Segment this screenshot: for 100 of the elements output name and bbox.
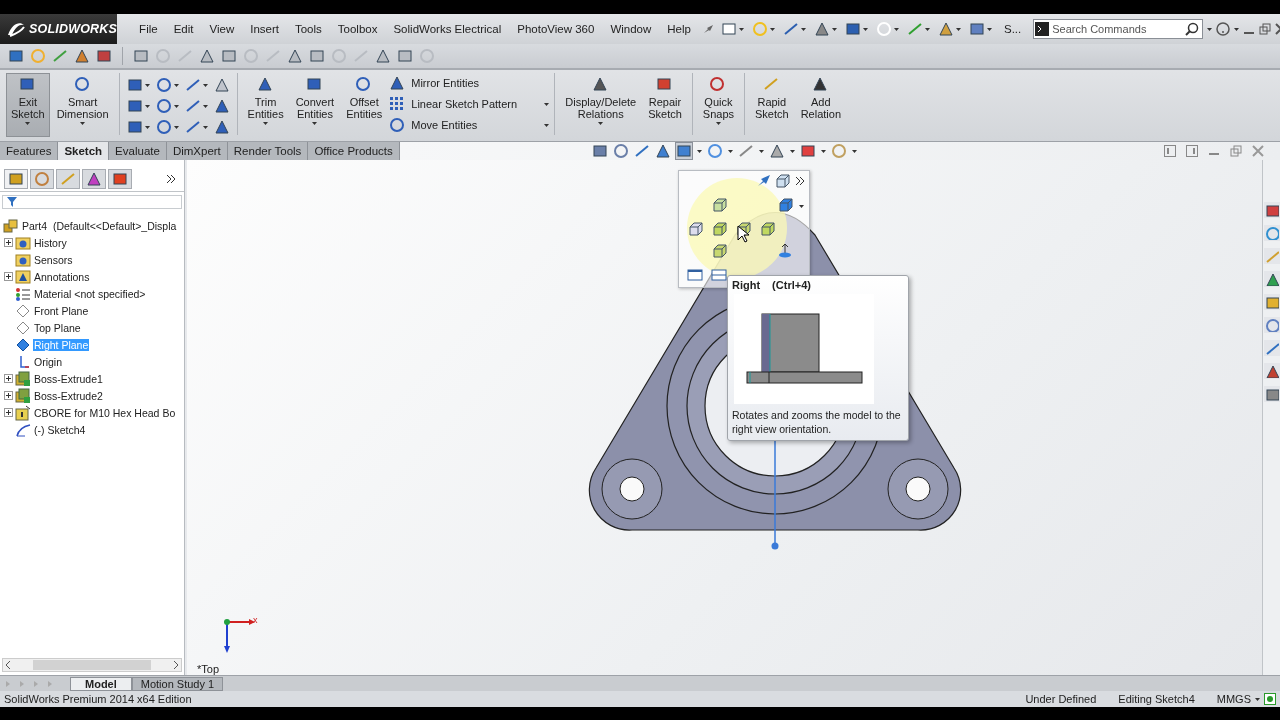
caret-icon[interactable] bbox=[544, 102, 550, 106]
toolbar-overflow[interactable]: S... bbox=[997, 23, 1028, 35]
units-selector[interactable]: MMGS bbox=[1216, 693, 1251, 705]
filter-field[interactable] bbox=[2, 195, 182, 209]
ribbon-button[interactable]: Add Relation bbox=[795, 73, 846, 137]
caret-icon[interactable] bbox=[893, 27, 899, 31]
sketch-tool-icon[interactable] bbox=[155, 77, 172, 93]
ribbon-button[interactable]: Convert Entities bbox=[290, 73, 340, 137]
sketch-tool-icon[interactable] bbox=[126, 77, 143, 93]
tile-left-icon[interactable] bbox=[1164, 145, 1176, 157]
caret-icon[interactable] bbox=[790, 149, 795, 153]
task-pane-icon[interactable] bbox=[1264, 364, 1279, 378]
ribbon-button[interactable]: Move Entities bbox=[389, 117, 478, 133]
caret-icon[interactable] bbox=[544, 123, 550, 127]
ribbon-button[interactable]: Mirror Entities bbox=[389, 75, 480, 91]
caret-icon[interactable] bbox=[852, 149, 857, 153]
cube-icon[interactable] bbox=[774, 173, 790, 189]
help-icon[interactable] bbox=[1216, 22, 1231, 36]
scroll-right-icon[interactable] bbox=[173, 661, 179, 669]
toolbar-tool-icon[interactable] bbox=[96, 48, 112, 64]
search-icon[interactable] bbox=[1185, 22, 1200, 36]
menu-item[interactable]: Help bbox=[661, 23, 697, 35]
caret-icon[interactable] bbox=[144, 83, 150, 87]
toolbar-tool-icon[interactable] bbox=[8, 48, 24, 64]
tree-item[interactable]: (-) Sketch4 bbox=[33, 423, 87, 436]
expand-plus-icon[interactable] bbox=[4, 408, 13, 417]
menu-item[interactable]: Window bbox=[604, 23, 658, 35]
ribbon-button[interactable]: Display/Delete Relations bbox=[560, 73, 642, 137]
expand-plus-icon[interactable] bbox=[4, 238, 13, 247]
command-prompt-icon[interactable] bbox=[1035, 22, 1050, 36]
menu-item[interactable]: Edit bbox=[167, 23, 200, 35]
caret-icon[interactable] bbox=[1255, 697, 1260, 701]
menu-item[interactable]: SolidWorks Electrical bbox=[387, 23, 508, 35]
caret-icon[interactable] bbox=[1234, 27, 1240, 31]
tile-right-icon[interactable] bbox=[1186, 145, 1198, 157]
tree-item[interactable]: CBORE for M10 Hex Head Bo bbox=[33, 406, 177, 419]
caret-icon[interactable] bbox=[769, 27, 775, 31]
task-pane-icon[interactable] bbox=[1264, 295, 1279, 309]
caret-icon[interactable] bbox=[202, 125, 208, 129]
task-pane-icon[interactable] bbox=[1264, 318, 1279, 332]
sketch-tool-icon[interactable] bbox=[126, 98, 143, 114]
caret-icon[interactable] bbox=[955, 27, 961, 31]
caret-icon[interactable] bbox=[173, 104, 179, 108]
ribbon-tab[interactable]: Sketch bbox=[58, 142, 110, 160]
expand-plus-icon[interactable] bbox=[4, 272, 13, 281]
ribbon-tab[interactable]: Office Products bbox=[308, 142, 400, 160]
caret-icon[interactable] bbox=[202, 83, 208, 87]
tree-item[interactable]: Part4 (Default<<Default>_Displa bbox=[21, 219, 178, 232]
ribbon-tab[interactable]: Evaluate bbox=[109, 142, 167, 160]
sketch-tool-icon[interactable] bbox=[184, 98, 201, 114]
tree-item[interactable]: Boss-Extrude2 bbox=[33, 389, 104, 402]
help-icon[interactable] bbox=[1264, 693, 1276, 705]
scrollbar-thumb[interactable] bbox=[33, 660, 151, 670]
caret-icon[interactable] bbox=[738, 27, 744, 31]
expand-plus-icon[interactable] bbox=[4, 391, 13, 400]
tree-item[interactable]: Top Plane bbox=[33, 321, 82, 334]
caret-icon[interactable] bbox=[144, 104, 150, 108]
model-tab[interactable]: Model bbox=[70, 676, 132, 691]
tree-item[interactable]: Origin bbox=[33, 355, 63, 368]
caret-icon[interactable] bbox=[697, 149, 702, 153]
toolbar-tool-icon[interactable] bbox=[74, 48, 90, 64]
sketch-tool-icon[interactable] bbox=[213, 119, 230, 135]
sketch-tool-icon[interactable] bbox=[155, 98, 172, 114]
caret-icon[interactable] bbox=[862, 27, 868, 31]
caret-icon[interactable] bbox=[799, 205, 804, 208]
ribbon-button[interactable]: Rapid Sketch bbox=[750, 73, 794, 137]
view-cube-icon[interactable] bbox=[777, 197, 793, 213]
tree-item[interactable]: Boss-Extrude1 bbox=[33, 372, 104, 385]
ribbon-button[interactable]: Exit Sketch bbox=[6, 73, 50, 137]
task-pane-icon[interactable] bbox=[1264, 203, 1279, 217]
caret-icon[interactable] bbox=[173, 83, 179, 87]
ribbon-button[interactable]: Trim Entities bbox=[242, 73, 289, 137]
ribbon-tab[interactable]: DimXpert bbox=[166, 142, 228, 160]
normal-to-icon[interactable] bbox=[777, 243, 793, 259]
task-pane-icon[interactable] bbox=[1264, 341, 1279, 355]
caret-icon[interactable] bbox=[144, 125, 150, 129]
menu-item[interactable]: Toolbox bbox=[331, 23, 384, 35]
menu-item[interactable]: Insert bbox=[244, 23, 285, 35]
two-view-icon[interactable] bbox=[711, 267, 727, 283]
caret-icon[interactable] bbox=[1207, 27, 1213, 31]
expand-plus-icon[interactable] bbox=[4, 374, 13, 383]
ribbon-button[interactable]: Offset Entities bbox=[341, 73, 388, 137]
search-input[interactable]: Search Commands bbox=[1052, 23, 1183, 35]
horizontal-scrollbar[interactable] bbox=[2, 658, 182, 672]
scroll-left-icon[interactable] bbox=[5, 661, 11, 669]
ribbon-tab[interactable]: Features bbox=[0, 142, 59, 160]
ribbon-button[interactable]: Quick Snaps bbox=[697, 73, 739, 137]
sketch-tool-icon[interactable] bbox=[213, 77, 230, 93]
caret-icon[interactable] bbox=[986, 27, 992, 31]
sketch-tool-icon[interactable] bbox=[184, 77, 201, 93]
ribbon-tab[interactable]: Render Tools bbox=[227, 142, 309, 160]
sketch-tool-icon[interactable] bbox=[184, 119, 201, 135]
caret-icon[interactable] bbox=[202, 104, 208, 108]
tree-item[interactable]: Sensors bbox=[33, 253, 74, 266]
restore-icon[interactable] bbox=[1259, 23, 1272, 35]
tree-item[interactable]: Front Plane bbox=[33, 304, 90, 317]
task-pane-icon[interactable] bbox=[1264, 387, 1279, 401]
expand-chevron-icon[interactable] bbox=[795, 176, 805, 186]
caret-icon[interactable] bbox=[800, 27, 806, 31]
ribbon-button[interactable]: Smart Dimension bbox=[51, 73, 114, 137]
